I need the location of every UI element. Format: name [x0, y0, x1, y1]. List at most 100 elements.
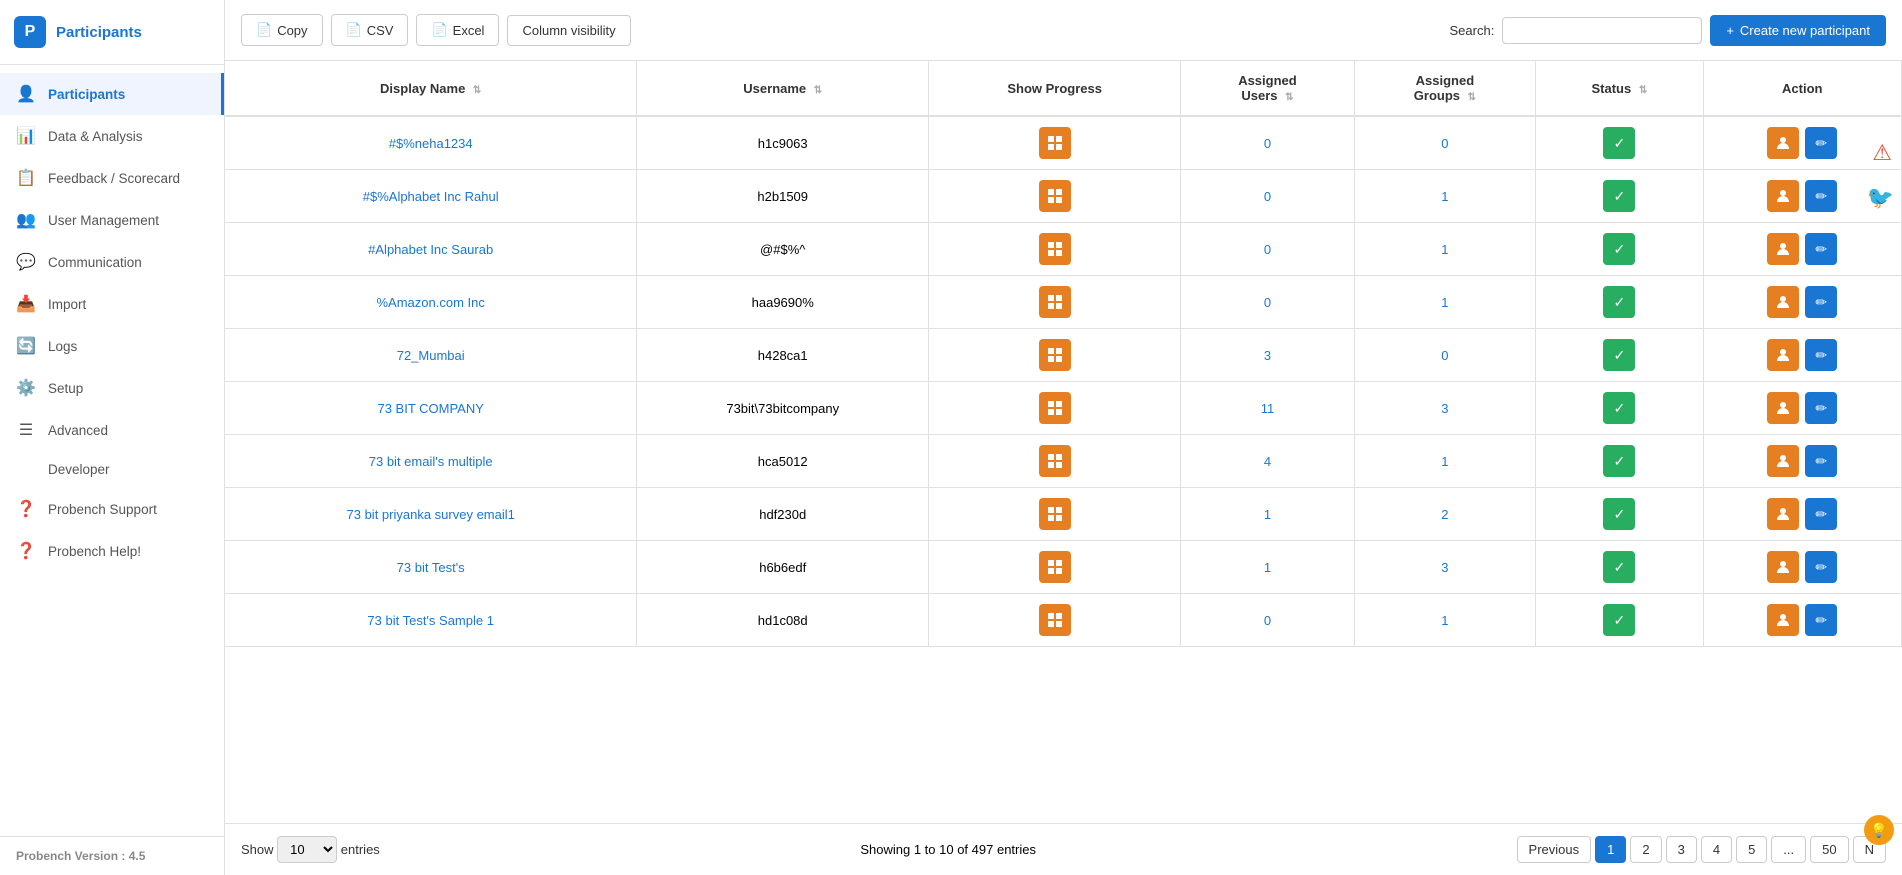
- help-icon[interactable]: 💡: [1864, 815, 1894, 845]
- excel-button[interactable]: 📄 Excel: [416, 14, 499, 46]
- page-3-button[interactable]: 3: [1666, 836, 1697, 863]
- action-assign-btn-0[interactable]: [1767, 127, 1799, 159]
- action-assign-btn-3[interactable]: [1767, 286, 1799, 318]
- action-edit-btn-1[interactable]: ✏: [1805, 180, 1837, 212]
- assigned-users-link-2[interactable]: 0: [1264, 242, 1271, 257]
- sort-status-icon[interactable]: ⇅: [1639, 85, 1647, 96]
- assigned-groups-link-3[interactable]: 1: [1441, 295, 1448, 310]
- progress-btn-6[interactable]: [1039, 445, 1071, 477]
- sidebar-item-user-management[interactable]: 👥 User Management: [0, 199, 224, 241]
- action-edit-btn-6[interactable]: ✏: [1805, 445, 1837, 477]
- assigned-groups-link-7[interactable]: 2: [1441, 507, 1448, 522]
- assigned-groups-link-6[interactable]: 1: [1441, 454, 1448, 469]
- page-1-button[interactable]: 1: [1595, 836, 1626, 863]
- progress-btn-0[interactable]: [1039, 127, 1071, 159]
- action-edit-btn-2[interactable]: ✏: [1805, 233, 1837, 265]
- sidebar-item-data-analysis[interactable]: 📊 Data & Analysis: [0, 115, 224, 157]
- sidebar-item-logs[interactable]: 🔄 Logs: [0, 325, 224, 367]
- assigned-groups-link-2[interactable]: 1: [1441, 242, 1448, 257]
- display-name-link-1[interactable]: #$%Alphabet Inc Rahul: [363, 189, 499, 204]
- action-edit-btn-9[interactable]: ✏: [1805, 604, 1837, 636]
- action-edit-btn-4[interactable]: ✏: [1805, 339, 1837, 371]
- sidebar-label-setup: Setup: [48, 381, 83, 396]
- participants-icon: 👤: [16, 84, 36, 104]
- csv-button[interactable]: 📄 CSV: [331, 14, 409, 46]
- search-input[interactable]: [1502, 17, 1702, 44]
- progress-btn-9[interactable]: [1039, 604, 1071, 636]
- page-4-button[interactable]: 4: [1701, 836, 1732, 863]
- display-name-link-8[interactable]: 73 bit Test's: [397, 560, 465, 575]
- action-edit-btn-3[interactable]: ✏: [1805, 286, 1837, 318]
- progress-btn-2[interactable]: [1039, 233, 1071, 265]
- assigned-groups-link-9[interactable]: 1: [1441, 613, 1448, 628]
- action-assign-btn-2[interactable]: [1767, 233, 1799, 265]
- display-name-link-3[interactable]: %Amazon.com Inc: [377, 295, 485, 310]
- display-name-link-4[interactable]: 72_Mumbai: [397, 348, 465, 363]
- sidebar-item-communication[interactable]: 💬 Communication: [0, 241, 224, 283]
- action-assign-btn-6[interactable]: [1767, 445, 1799, 477]
- page-2-button[interactable]: 2: [1630, 836, 1661, 863]
- action-assign-btn-7[interactable]: [1767, 498, 1799, 530]
- assigned-groups-link-5[interactable]: 3: [1441, 401, 1448, 416]
- action-edit-btn-7[interactable]: ✏: [1805, 498, 1837, 530]
- column-visibility-button[interactable]: Column visibility: [507, 15, 630, 46]
- action-assign-btn-1[interactable]: [1767, 180, 1799, 212]
- display-name-link-7[interactable]: 73 bit priyanka survey email1: [347, 507, 515, 522]
- action-assign-btn-5[interactable]: [1767, 392, 1799, 424]
- cell-assigned-groups-9: 1: [1354, 594, 1536, 647]
- progress-btn-8[interactable]: [1039, 551, 1071, 583]
- assigned-users-link-4[interactable]: 3: [1264, 348, 1271, 363]
- prev-button[interactable]: Previous: [1517, 836, 1592, 863]
- assigned-users-link-7[interactable]: 1: [1264, 507, 1271, 522]
- assigned-users-link-3[interactable]: 0: [1264, 295, 1271, 310]
- action-edit-btn-5[interactable]: ✏: [1805, 392, 1837, 424]
- progress-btn-1[interactable]: [1039, 180, 1071, 212]
- sort-username-icon[interactable]: ⇅: [814, 85, 822, 96]
- action-edit-btn-0[interactable]: ✏: [1805, 127, 1837, 159]
- cell-status-4: ✓: [1536, 329, 1703, 382]
- assigned-users-link-0[interactable]: 0: [1264, 136, 1271, 151]
- sidebar-item-setup[interactable]: ⚙️ Setup: [0, 367, 224, 409]
- create-participant-button[interactable]: + Create new participant: [1710, 15, 1886, 46]
- sidebar: P Participants 👤 Participants📊 Data & An…: [0, 0, 225, 875]
- cell-status-3: ✓: [1536, 276, 1703, 329]
- action-assign-btn-9[interactable]: [1767, 604, 1799, 636]
- sidebar-item-import[interactable]: 📥 Import: [0, 283, 224, 325]
- assigned-users-link-9[interactable]: 0: [1264, 613, 1271, 628]
- sort-display-name-icon[interactable]: ⇅: [473, 85, 481, 96]
- show-select[interactable]: 10 25 50 100: [277, 836, 337, 863]
- sidebar-item-advanced[interactable]: ☰ Advanced: [0, 409, 224, 451]
- display-name-link-9[interactable]: 73 bit Test's Sample 1: [367, 613, 494, 628]
- assigned-users-link-5[interactable]: 11: [1261, 401, 1275, 416]
- display-name-link-0[interactable]: #$%neha1234: [389, 136, 473, 151]
- progress-btn-4[interactable]: [1039, 339, 1071, 371]
- progress-btn-5[interactable]: [1039, 392, 1071, 424]
- assigned-users-link-8[interactable]: 1: [1264, 560, 1271, 575]
- display-name-link-2[interactable]: #Alphabet Inc Saurab: [368, 242, 493, 257]
- progress-btn-3[interactable]: [1039, 286, 1071, 318]
- page-5-button[interactable]: 5: [1736, 836, 1767, 863]
- sort-assigned-groups-icon[interactable]: ⇅: [1468, 92, 1476, 103]
- copy-button[interactable]: 📄 Copy: [241, 14, 323, 46]
- assigned-groups-link-8[interactable]: 3: [1441, 560, 1448, 575]
- cell-username-4: h428ca1: [637, 329, 929, 382]
- sidebar-item-developer[interactable]: Developer: [0, 451, 224, 488]
- cell-display-name-4: 72_Mumbai: [225, 329, 637, 382]
- assigned-groups-link-0[interactable]: 0: [1441, 136, 1448, 151]
- display-name-link-6[interactable]: 73 bit email's multiple: [369, 454, 493, 469]
- assigned-groups-link-4[interactable]: 0: [1441, 348, 1448, 363]
- progress-btn-7[interactable]: [1039, 498, 1071, 530]
- action-assign-btn-8[interactable]: [1767, 551, 1799, 583]
- sidebar-item-probench-help[interactable]: ❓ Probench Help!: [0, 530, 224, 572]
- assigned-users-link-1[interactable]: 0: [1264, 189, 1271, 204]
- display-name-link-5[interactable]: 73 BIT COMPANY: [377, 401, 483, 416]
- assigned-users-link-6[interactable]: 4: [1264, 454, 1271, 469]
- sort-assigned-users-icon[interactable]: ⇅: [1285, 92, 1293, 103]
- page-50-button[interactable]: 50: [1810, 836, 1848, 863]
- sidebar-item-participants[interactable]: 👤 Participants: [0, 73, 224, 115]
- assigned-groups-link-1[interactable]: 1: [1441, 189, 1448, 204]
- sidebar-item-feedback[interactable]: 📋 Feedback / Scorecard: [0, 157, 224, 199]
- action-assign-btn-4[interactable]: [1767, 339, 1799, 371]
- action-edit-btn-8[interactable]: ✏: [1805, 551, 1837, 583]
- sidebar-item-probench-support[interactable]: ❓ Probench Support: [0, 488, 224, 530]
